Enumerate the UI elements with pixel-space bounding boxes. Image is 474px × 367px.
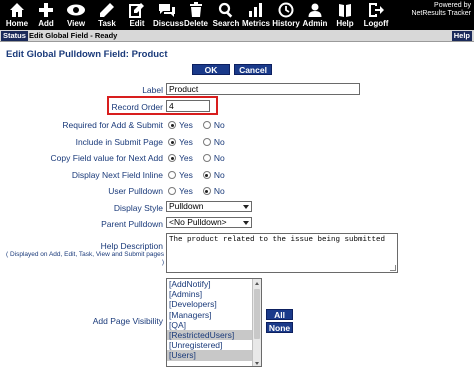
- logoff-icon: [361, 2, 391, 19]
- display-style-label: Display Style: [113, 203, 163, 213]
- cancel-button[interactable]: Cancel: [234, 64, 272, 75]
- clock-icon: [272, 2, 300, 19]
- eye-icon: [62, 2, 90, 19]
- help-button[interactable]: Help: [333, 0, 357, 30]
- copy-field-no-radio[interactable]: [202, 154, 211, 162]
- history-button[interactable]: History: [272, 0, 300, 30]
- resize-grip-icon[interactable]: [390, 265, 396, 271]
- discuss-button[interactable]: Discuss: [153, 0, 184, 30]
- ok-button[interactable]: OK: [192, 64, 230, 75]
- task-button[interactable]: Task: [93, 0, 121, 30]
- copy-field-yes-radio[interactable]: [168, 154, 176, 162]
- help-description-sub: ( Displayed on Add, Edit, Task, View and…: [5, 251, 164, 266]
- home-icon: [4, 2, 30, 19]
- display-next-label: Display Next Field Inline: [71, 170, 163, 180]
- display-next-no-radio[interactable]: [202, 171, 211, 179]
- powered-by-text: Powered by NetResults Tracker: [411, 2, 471, 17]
- display-next-yes-radio[interactable]: [168, 171, 176, 179]
- list-item[interactable]: [RestrictedUsers]: [167, 329, 261, 341]
- edit-button[interactable]: Edit: [125, 0, 149, 30]
- list-item[interactable]: [Users]: [167, 350, 261, 361]
- status-bar: Status Edit Global Field - Ready Help: [0, 30, 474, 42]
- include-submit-radio-group: Yes No: [168, 137, 225, 147]
- plus-icon: [32, 2, 60, 19]
- required-no-radio[interactable]: [202, 121, 211, 129]
- chevron-down-icon: [243, 205, 249, 209]
- scroll-up-icon[interactable]: [255, 282, 259, 285]
- status-help-link[interactable]: Help: [451, 31, 472, 41]
- search-button[interactable]: Search: [212, 0, 240, 30]
- search-icon: [212, 2, 240, 19]
- copy-field-label: Copy Field value for Next Add: [50, 153, 163, 163]
- main-toolbar: Home Add View Task Edit Discuss Delete S…: [0, 0, 474, 30]
- admin-button[interactable]: Admin: [302, 0, 328, 30]
- view-button[interactable]: View: [62, 0, 90, 30]
- select-none-button[interactable]: None: [266, 322, 293, 333]
- user-pulldown-label: User Pulldown: [108, 186, 163, 196]
- display-next-radio-group: Yes No: [168, 170, 225, 180]
- chat-icon: [153, 2, 181, 19]
- add-button[interactable]: Add: [32, 0, 60, 30]
- page-title: Edit Global Pulldown Field: Product: [6, 49, 168, 60]
- help-description-label: Help Description: [100, 241, 163, 251]
- visibility-listbox[interactable]: [AddNotify] [Admins] [Developers] [Manag…: [166, 278, 262, 367]
- listbox-scrollbar[interactable]: [252, 279, 261, 366]
- list-item[interactable]: [Admins]: [167, 289, 261, 299]
- parent-pulldown-label: Parent Pulldown: [101, 219, 163, 229]
- logoff-button[interactable]: Logoff: [361, 0, 391, 30]
- select-all-button[interactable]: All: [266, 309, 293, 320]
- required-radio-group: Yes No: [168, 120, 225, 130]
- list-item[interactable]: [QA]: [167, 320, 261, 330]
- user-pulldown-radio-group: Yes No: [168, 186, 225, 196]
- label-input[interactable]: Product: [166, 83, 360, 95]
- required-yes-radio[interactable]: [168, 121, 176, 129]
- include-submit-yes-radio[interactable]: [168, 138, 176, 146]
- user-pulldown-no-radio[interactable]: [202, 187, 211, 195]
- display-style-select[interactable]: Pulldown: [166, 201, 252, 212]
- record-order-label: Record Order: [111, 102, 164, 112]
- status-tab[interactable]: Status: [1, 31, 28, 41]
- user-pulldown-yes-radio[interactable]: [168, 187, 176, 195]
- list-item[interactable]: [Developers]: [167, 299, 261, 309]
- record-order-input[interactable]: 4: [166, 100, 210, 112]
- scroll-down-icon[interactable]: [255, 362, 259, 365]
- edit-icon: [125, 2, 149, 19]
- include-submit-label: Include in Submit Page: [75, 137, 163, 147]
- book-icon: [333, 2, 357, 19]
- list-item[interactable]: [Unregistered]: [167, 340, 261, 350]
- required-label: Required for Add & Submit: [62, 120, 163, 130]
- metrics-button[interactable]: Metrics: [241, 0, 271, 30]
- status-text: Edit Global Field - Ready: [29, 31, 118, 40]
- trash-icon: [183, 2, 209, 19]
- home-button[interactable]: Home: [4, 0, 30, 30]
- delete-button[interactable]: Delete: [183, 0, 209, 30]
- add-page-visibility-label: Add Page Visibility: [92, 316, 163, 326]
- chart-icon: [241, 2, 271, 19]
- list-item[interactable]: [AddNotify]: [167, 279, 261, 289]
- scroll-thumb[interactable]: [254, 289, 260, 339]
- list-item[interactable]: [Managers]: [167, 310, 261, 320]
- help-description-textarea[interactable]: The product related to the issue being s…: [166, 233, 398, 273]
- pencil-icon: [93, 2, 121, 19]
- copy-field-radio-group: Yes No: [168, 153, 225, 163]
- chevron-down-icon: [243, 221, 249, 225]
- include-submit-no-radio[interactable]: [202, 138, 211, 146]
- label-field-label: Label: [142, 85, 163, 95]
- user-icon: [302, 2, 328, 19]
- parent-pulldown-select[interactable]: <No Pulldown>: [166, 217, 252, 228]
